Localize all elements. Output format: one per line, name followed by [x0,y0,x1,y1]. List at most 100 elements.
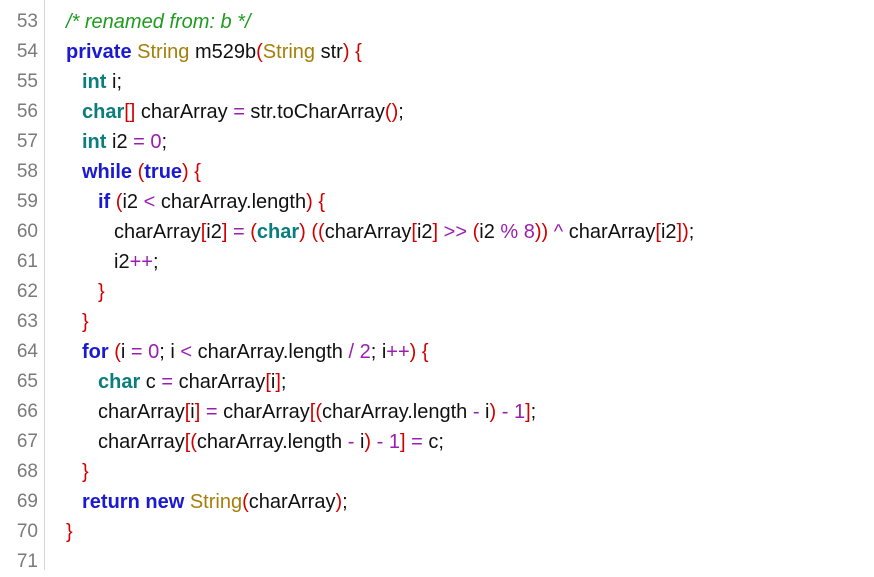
code-token: String [137,41,190,63]
code-token: } [66,521,73,543]
line-number: 68 [16,461,38,482]
code-token: String [189,491,243,513]
code-token: % [500,221,519,243]
code-text-area[interactable]: /* renamed from: b */ private String m529… [45,0,874,570]
code-token: ) [342,41,350,63]
code-line: for (i = 0; i < charArray.length / 2; i+… [82,337,429,367]
code-token: str [315,41,343,63]
code-token: = [130,341,143,363]
code-token: ]) [676,221,689,243]
code-editor[interactable]: 53 54 55 56 57 58 59 60 61 62 63 64 65 66 67 68 69 70 71 /… [0,0,874,572]
code-token: charArray.length [322,401,473,423]
code-line: private String m529b(String str) { [66,37,362,67]
code-token: m529b [189,41,257,63]
line-number: 71 [16,551,38,572]
code-token: String [262,41,316,63]
code-token: int [82,131,107,153]
code-token: { [318,191,325,213]
code-token: )) [534,221,549,243]
code-token: ; [280,371,287,393]
code-token: () [384,101,399,123]
code-token: ( [256,41,263,63]
code-token: charArray.length [155,191,307,213]
line-number: 64 [16,341,38,362]
code-line: } [66,517,73,547]
code-token: ( [114,341,121,363]
code-token: < [143,191,156,213]
code-token: ^ [553,221,564,243]
code-line: int i; [82,67,122,97]
code-line: char c = charArray[i]; [98,367,286,397]
code-line: return new String(charArray); [82,487,348,517]
code-line: } [82,457,89,487]
code-token: charArray [217,401,310,423]
code-token: = [232,221,245,243]
code-token: ) [306,191,313,213]
line-number: 54 [16,41,38,62]
code-token: ++ [129,251,153,273]
code-token: while [82,161,133,183]
code-token: charArray.length [192,341,349,363]
code-token: 1 [513,401,526,423]
code-token: return [82,491,140,513]
code-token: new [145,491,185,513]
line-number: 60 [16,221,38,242]
code-token: for [82,341,109,363]
code-token: = [411,431,423,453]
code-token: ; i [159,341,181,363]
line-number: 59 [16,191,38,212]
code-line: i2++; [114,247,159,277]
line-number: 70 [16,521,38,542]
code-line: charArray[i] = charArray[(charArray.leng… [98,397,536,427]
line-number: 55 [16,71,38,92]
code-token: i2 [479,221,501,243]
code-token: private [66,41,132,63]
code-line: while (true) { [82,157,201,187]
code-token: charArray [563,221,656,243]
code-token: c [140,371,162,393]
code-token: (( [311,221,325,243]
code-token: { [421,341,429,363]
line-number: 67 [16,431,38,452]
code-token: [] [124,101,136,123]
line-number: 69 [16,491,38,512]
code-token: } [82,311,89,333]
code-token: i2 [206,221,222,243]
code-token: charArray [324,221,412,243]
code-token: i2 [114,251,130,273]
code-token: ; [161,131,168,153]
code-token: char [256,221,300,243]
code-token: [( [309,401,322,423]
code-line: if (i2 < charArray.length) { [98,187,325,217]
code-token: ) [182,161,189,183]
code-token: 1 [388,431,400,453]
code-token: = [233,101,245,123]
code-token: < [180,341,193,363]
code-token: 0 [148,341,160,363]
code-token: charArray.length [196,431,348,453]
line-number-gutter: 53 54 55 56 57 58 59 60 61 62 63 64 65 66 67 68 69 70 71 [0,0,45,572]
code-token: } [82,461,89,483]
code-token: >> [443,221,468,243]
code-token: ; [342,491,348,513]
code-token: i; [106,71,122,93]
code-line: charArray[(charArray.length - i) - 1] = … [98,427,444,457]
code-token: i2 [106,131,134,153]
code-token: c; [422,431,444,453]
code-token: ; [688,221,695,243]
code-token: i [479,401,490,423]
line-number: 58 [16,161,38,182]
code-token: { [355,41,362,63]
code-token: char [98,371,141,393]
code-token: int [82,71,107,93]
line-number: 53 [16,11,38,32]
code-token: str.toCharArray [244,101,385,123]
code-line: char[] charArray = str.toCharArray(); [82,97,404,127]
code-token: if [98,191,111,213]
line-number: 61 [16,251,38,272]
code-token: = [161,371,174,393]
code-line: charArray[i2] = (char) ((charArray[i2] >… [114,217,694,247]
code-token: i [120,341,131,363]
code-token: ; [530,401,537,423]
code-token: ; [398,101,404,123]
